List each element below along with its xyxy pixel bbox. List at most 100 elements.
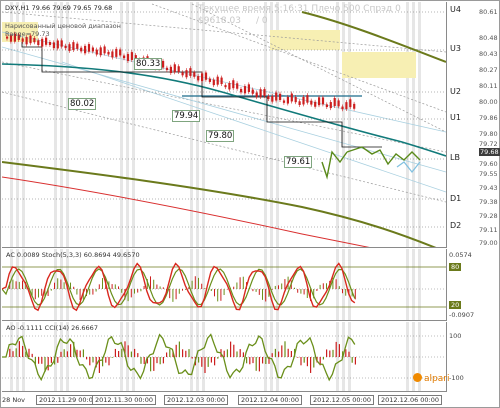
price-axis[interactable]: U4 U3 U2 U1 LB D1 D2 80.61 80.48 80.43 8… bbox=[446, 2, 500, 248]
candle-body bbox=[310, 100, 313, 105]
ac-bar bbox=[342, 289, 343, 294]
ac-bar bbox=[111, 284, 113, 289]
level-u1: U1 bbox=[450, 113, 461, 122]
candle-body bbox=[290, 93, 293, 102]
ao-bar bbox=[242, 352, 244, 357]
stochastic-pane[interactable]: AC 0.0089 Stoch(5,3,3) 60.8694 49.6570 bbox=[2, 249, 446, 321]
time-label: 2012.12.04 00:00 bbox=[238, 395, 303, 405]
ac-bar bbox=[162, 287, 164, 289]
ao-bar bbox=[332, 349, 334, 357]
time-label: 2012.12.03 00:00 bbox=[164, 395, 229, 405]
ao-bar bbox=[265, 357, 267, 364]
session-stripe bbox=[196, 2, 199, 247]
candle-body bbox=[103, 46, 106, 54]
server-time: Текущее время 5:16:31 Плечо 500 Спрэд 0 bbox=[198, 4, 401, 14]
candle-body bbox=[224, 85, 227, 88]
ao-bar bbox=[47, 357, 49, 371]
candle-body bbox=[240, 88, 243, 93]
ac-bar bbox=[22, 280, 23, 289]
cci-pane[interactable]: AO -0.1111 CCI(14) 26.6667 bbox=[2, 322, 446, 392]
ac-bar bbox=[322, 283, 324, 289]
ao-bar bbox=[9, 348, 11, 357]
ac-bar bbox=[194, 276, 196, 289]
price-tick: 80.43 bbox=[479, 50, 498, 58]
ac-bar bbox=[79, 289, 81, 300]
price-pane[interactable]: DXY,H1 79.66 79.69 79.65 79.68 Текущее в… bbox=[2, 2, 446, 248]
ao-bar bbox=[166, 352, 168, 357]
session-stripe bbox=[264, 2, 267, 247]
price-tick: 79.28 bbox=[479, 212, 498, 220]
candle-body bbox=[243, 86, 247, 94]
cci-title: AO -0.1111 CCI(14) 26.6667 bbox=[6, 324, 98, 332]
ao-bar bbox=[127, 345, 129, 357]
level-d1: D1 bbox=[450, 194, 462, 203]
candle-body bbox=[60, 40, 63, 47]
candle-body bbox=[349, 99, 352, 108]
ac-bar bbox=[271, 289, 273, 290]
ac-bar bbox=[265, 289, 267, 302]
chart-window[interactable]: DXY,H1 79.66 79.69 79.65 79.68 Текущее в… bbox=[0, 0, 500, 408]
ao-bar bbox=[345, 349, 347, 357]
ao-bar bbox=[201, 357, 203, 367]
session-stripe bbox=[132, 249, 135, 320]
ac-bar bbox=[258, 289, 260, 295]
ac-bar bbox=[233, 286, 235, 289]
ao-bar bbox=[105, 357, 107, 363]
stochastic-svg bbox=[2, 249, 446, 320]
ao-bar bbox=[118, 350, 120, 357]
ac-bar bbox=[137, 289, 139, 293]
ac-bar bbox=[306, 289, 308, 298]
level-d2: D2 bbox=[450, 221, 462, 230]
ao-bar bbox=[290, 351, 292, 357]
ao-bar bbox=[191, 357, 193, 359]
price-label-80-33: 80.33 bbox=[134, 58, 163, 70]
candle-body bbox=[56, 40, 59, 49]
ao-bar bbox=[41, 357, 43, 364]
ac-bar bbox=[278, 285, 279, 289]
ac-bar bbox=[76, 289, 78, 295]
candle-body bbox=[64, 45, 67, 49]
level-lb: LB bbox=[450, 153, 460, 162]
price-tick: 79.00 bbox=[479, 239, 498, 247]
ac-bar bbox=[214, 289, 215, 297]
price-tick: 79.43 bbox=[479, 184, 498, 192]
ao-bar bbox=[60, 351, 62, 357]
ac-bar bbox=[262, 289, 263, 300]
ac-bar bbox=[239, 277, 241, 289]
ac-bar bbox=[121, 289, 123, 293]
time-axis[interactable]: 28 Nov 2012.11.29 00:00 2012.11.30 00:00… bbox=[2, 393, 446, 408]
candle-body bbox=[126, 54, 130, 61]
stochastic-axis[interactable]: 0.0574 80 20 -0.0907 bbox=[446, 249, 500, 321]
level-u4: U4 bbox=[450, 5, 461, 14]
ac-bar bbox=[252, 289, 254, 292]
session-stripe bbox=[270, 249, 273, 320]
ao-bar bbox=[38, 357, 40, 364]
ac-bar bbox=[182, 289, 183, 291]
candle-body bbox=[294, 97, 297, 103]
candle-body bbox=[251, 89, 254, 94]
ao-bar bbox=[271, 353, 273, 357]
ao-bar bbox=[303, 357, 305, 363]
candle-body bbox=[193, 72, 196, 77]
candle-body bbox=[275, 92, 278, 101]
candle-body bbox=[48, 42, 52, 46]
candle-body bbox=[25, 37, 28, 45]
zone-upper-1 bbox=[270, 30, 340, 50]
ac-bar bbox=[255, 289, 257, 292]
candle-body bbox=[119, 49, 122, 56]
ac-bar bbox=[326, 283, 327, 289]
ac-bar bbox=[134, 289, 135, 294]
time-label: 2012.11.30 00:00 bbox=[92, 395, 157, 405]
ao-bar bbox=[214, 357, 216, 366]
cci-axis[interactable]: 100 -100 bbox=[446, 322, 500, 392]
ao-bar bbox=[198, 357, 200, 363]
ac-bar bbox=[281, 283, 283, 289]
ac-bar bbox=[114, 284, 116, 289]
ao-bar bbox=[274, 348, 276, 357]
ao-bar bbox=[306, 357, 308, 367]
price-tick: 80.48 bbox=[479, 34, 498, 42]
candle-body bbox=[286, 96, 289, 104]
candle-body bbox=[33, 37, 36, 43]
ao-bar bbox=[300, 357, 302, 366]
candle-body bbox=[130, 52, 133, 60]
